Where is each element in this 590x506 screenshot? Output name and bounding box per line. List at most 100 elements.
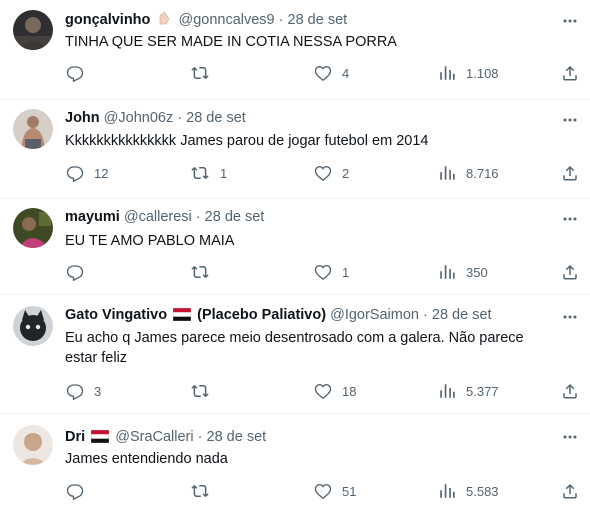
flag-emoji-icon (172, 307, 192, 326)
tweet[interactable]: Gato Vingativo (Placebo Paliativo) @Igor… (0, 295, 590, 414)
views-button[interactable]: 5.377 (438, 382, 499, 400)
tweet[interactable]: John @John06z · 28 de set Kkkkkkkkkkkkkk… (0, 100, 590, 199)
avatar[interactable] (13, 109, 53, 149)
reply-button[interactable]: 12 (66, 164, 108, 182)
retweet-button[interactable]: 1 (190, 164, 227, 182)
views-chart-icon (440, 384, 455, 398)
tweet-text: EU TE AMO PABLO MAIA (65, 233, 235, 249)
views-count: 8.716 (466, 165, 499, 181)
display-name[interactable]: mayumi (65, 209, 120, 225)
like-button[interactable]: 51 (314, 482, 356, 500)
retweet-button[interactable] (190, 382, 220, 400)
share-icon[interactable] (561, 164, 579, 182)
retweet-icon (191, 265, 209, 279)
share-icon[interactable] (561, 382, 579, 400)
like-button[interactable]: 2 (314, 164, 349, 182)
heart-icon (314, 166, 332, 182)
tweet[interactable]: gonçalvinho @gonncalves9 · 28 de set TIN… (0, 0, 590, 100)
hand-emoji-icon (156, 10, 172, 31)
views-button[interactable]: 8.716 (438, 164, 499, 182)
like-button[interactable]: 18 (314, 382, 356, 400)
separator: · (177, 110, 183, 126)
timestamp[interactable]: 28 de set (186, 110, 246, 126)
views-chart-icon (440, 66, 455, 80)
more-options-icon[interactable] (562, 429, 578, 445)
views-button[interactable]: 350 (438, 263, 488, 281)
user-handle[interactable]: @John06z (104, 110, 174, 126)
avatar[interactable] (13, 425, 53, 465)
like-count: 2 (342, 165, 350, 181)
display-name[interactable]: gonçalvinho (65, 12, 150, 28)
views-chart-icon (440, 484, 455, 498)
separator: · (195, 209, 201, 225)
user-handle[interactable]: @SraCalleri (115, 429, 193, 445)
display-name-suffix[interactable]: (Placebo Paliativo) (197, 307, 326, 323)
display-name[interactable]: John (65, 110, 100, 126)
retweet-icon (191, 166, 209, 180)
share-icon[interactable] (561, 64, 579, 82)
more-options-icon[interactable] (562, 13, 578, 29)
flag-emoji-icon (90, 429, 110, 448)
reply-count: 3 (94, 383, 102, 399)
tweet-text: Kkkkkkkkkkkkkkk James parou de jogar fut… (65, 133, 429, 149)
reply-icon (66, 384, 84, 400)
tweet-text: James entendiendo nada (65, 451, 228, 467)
timestamp[interactable]: 28 de set (288, 12, 348, 28)
separator: · (197, 429, 203, 445)
like-count: 51 (342, 483, 357, 499)
heart-icon (314, 66, 332, 82)
user-handle[interactable]: @IgorSaimon (330, 307, 419, 323)
tweet-header: John @John06z · 28 de set (65, 109, 246, 127)
views-count: 1.108 (466, 65, 499, 81)
tweet-header: Dri @SraCalleri · 28 de set (65, 428, 266, 448)
tweet[interactable]: Dri @SraCalleri · 28 de set James entend… (0, 414, 590, 506)
reply-button[interactable] (66, 482, 94, 500)
like-button[interactable]: 4 (314, 64, 349, 82)
views-button[interactable]: 1.108 (438, 64, 499, 82)
timestamp[interactable]: 28 de set (432, 307, 492, 323)
views-button[interactable]: 5.583 (438, 482, 499, 500)
avatar[interactable] (13, 306, 53, 346)
retweet-button[interactable] (190, 64, 220, 82)
retweet-icon (191, 66, 209, 80)
reply-button[interactable]: 3 (66, 382, 101, 400)
views-chart-icon (440, 265, 455, 279)
like-count: 4 (342, 65, 350, 81)
tweet-header: Gato Vingativo (Placebo Paliativo) @Igor… (65, 306, 492, 326)
reply-icon (66, 66, 84, 82)
retweet-button[interactable] (190, 482, 220, 500)
more-options-icon[interactable] (562, 112, 578, 128)
like-count: 1 (342, 264, 350, 280)
like-count: 18 (342, 383, 357, 399)
reply-icon (66, 265, 84, 281)
timestamp[interactable]: 28 de set (205, 209, 265, 225)
heart-icon (314, 484, 332, 500)
tweet-text: Eu acho q James parece meio desentrosado… (65, 330, 524, 366)
views-count: 5.377 (466, 383, 499, 399)
retweet-count: 1 (220, 165, 228, 181)
heart-icon (314, 265, 332, 281)
reply-button[interactable] (66, 64, 94, 82)
heart-icon (314, 384, 332, 400)
avatar[interactable] (13, 10, 53, 50)
retweet-button[interactable] (190, 263, 220, 281)
retweet-icon (191, 384, 209, 398)
tweet-header: gonçalvinho @gonncalves9 · 28 de set (65, 10, 347, 31)
share-icon[interactable] (561, 482, 579, 500)
views-count: 350 (466, 264, 488, 280)
reply-button[interactable] (66, 263, 94, 281)
user-handle[interactable]: @calleresi (124, 209, 192, 225)
user-handle[interactable]: @gonncalves9 (178, 12, 274, 28)
display-name[interactable]: Gato Vingativo (65, 307, 167, 323)
more-options-icon[interactable] (562, 211, 578, 227)
avatar[interactable] (13, 208, 53, 248)
tweet[interactable]: mayumi @calleresi · 28 de set EU TE AMO … (0, 199, 590, 295)
timestamp[interactable]: 28 de set (207, 429, 267, 445)
display-name[interactable]: Dri (65, 429, 85, 445)
share-icon[interactable] (561, 263, 579, 281)
more-options-icon[interactable] (562, 309, 578, 325)
views-chart-icon (440, 166, 455, 180)
separator: · (278, 12, 284, 28)
reply-count: 12 (94, 165, 109, 181)
like-button[interactable]: 1 (314, 263, 349, 281)
